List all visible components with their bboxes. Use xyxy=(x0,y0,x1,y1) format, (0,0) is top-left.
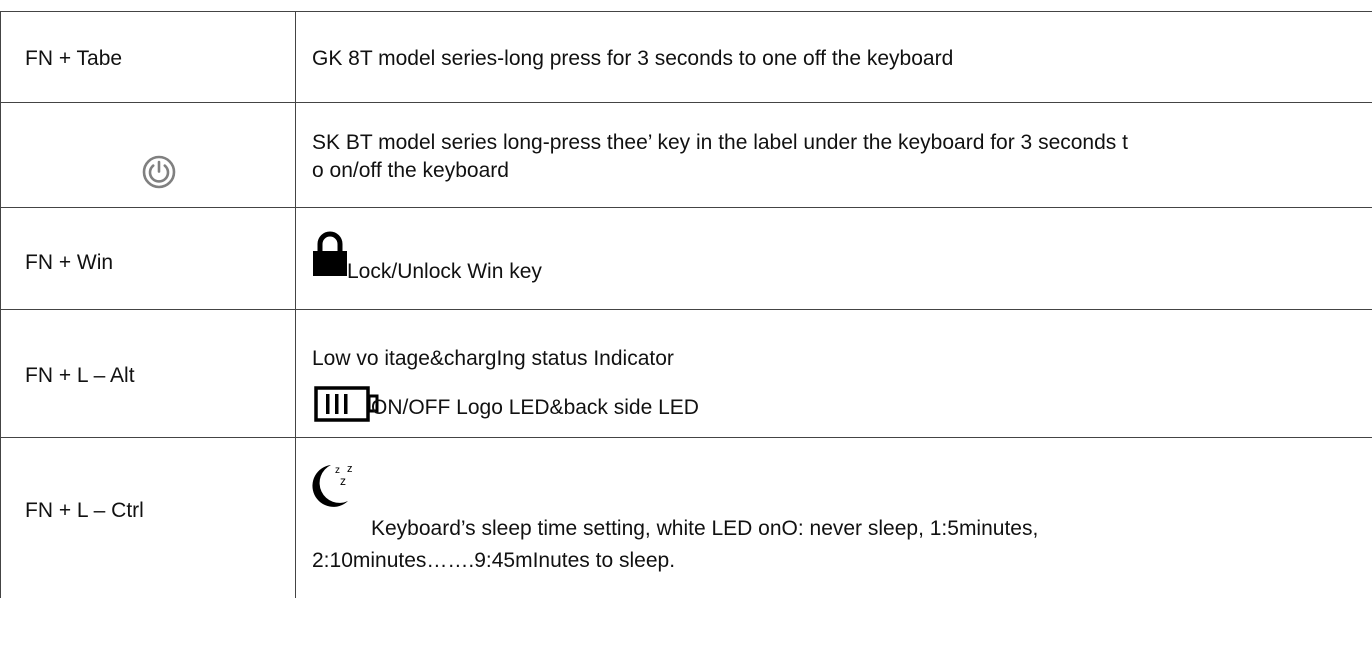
table-row: FN + Tabe GK 8T model series-long press … xyxy=(1,12,1372,103)
description-text: Lock/Unlock Win key xyxy=(347,260,542,283)
description-line-2: ON/OFF Logo LED&back side LED xyxy=(371,396,699,419)
description-cell: SK BT model series long-press thee’ key … xyxy=(296,103,1372,207)
key-combo: FN + L – Ctrl xyxy=(25,499,144,522)
description-text: GK 8T model series-long press for 3 seco… xyxy=(312,47,954,70)
key-cell: FN + L – Alt xyxy=(1,310,296,437)
description-cell: GK 8T model series-long press for 3 seco… xyxy=(296,12,1372,102)
description-line-1: SK BT model series long-press thee’ key … xyxy=(312,131,1128,154)
key-cell: FN + Tabe xyxy=(1,12,296,102)
description-cell: Low vo itage&chargIng status Indicator O… xyxy=(296,310,1372,437)
key-cell xyxy=(1,103,296,207)
table-row: SK BT model series long-press thee’ key … xyxy=(1,103,1372,208)
shortcut-table: FN + Tabe GK 8T model series-long press … xyxy=(0,11,1372,598)
lock-icon xyxy=(313,231,347,276)
description-cell: z z z Keyboard’s sleep time setting, whi… xyxy=(296,438,1372,598)
table-row: FN + L – Alt Low vo itage&chargIng statu… xyxy=(1,310,1372,438)
table-row: FN + Win Lock/Unlock Win key xyxy=(1,208,1372,310)
key-combo: FN + Win xyxy=(25,251,114,274)
description-line-1: Low vo itage&chargIng status Indicator xyxy=(312,347,674,370)
svg-text:z: z xyxy=(347,463,353,475)
table-row: FN + L – Ctrl z z z Keyboard’s sleep tim… xyxy=(1,438,1372,598)
description-cell: Lock/Unlock Win key xyxy=(296,208,1372,309)
key-cell: FN + Win xyxy=(1,208,296,309)
key-cell: FN + L – Ctrl xyxy=(1,438,296,598)
description-line-2: 2:10minutes…….9:45mInutes to sleep. xyxy=(312,549,676,572)
description-line-2: o on/off the keyboard xyxy=(312,159,509,182)
key-combo: FN + L – Alt xyxy=(25,364,135,387)
key-combo: FN + Tabe xyxy=(25,47,123,70)
power-icon xyxy=(142,155,176,189)
svg-text:z: z xyxy=(340,474,346,488)
description-line-1: Keyboard’s sleep time setting, white LED… xyxy=(371,517,1039,540)
moon-sleep-icon: z z z xyxy=(312,463,353,507)
